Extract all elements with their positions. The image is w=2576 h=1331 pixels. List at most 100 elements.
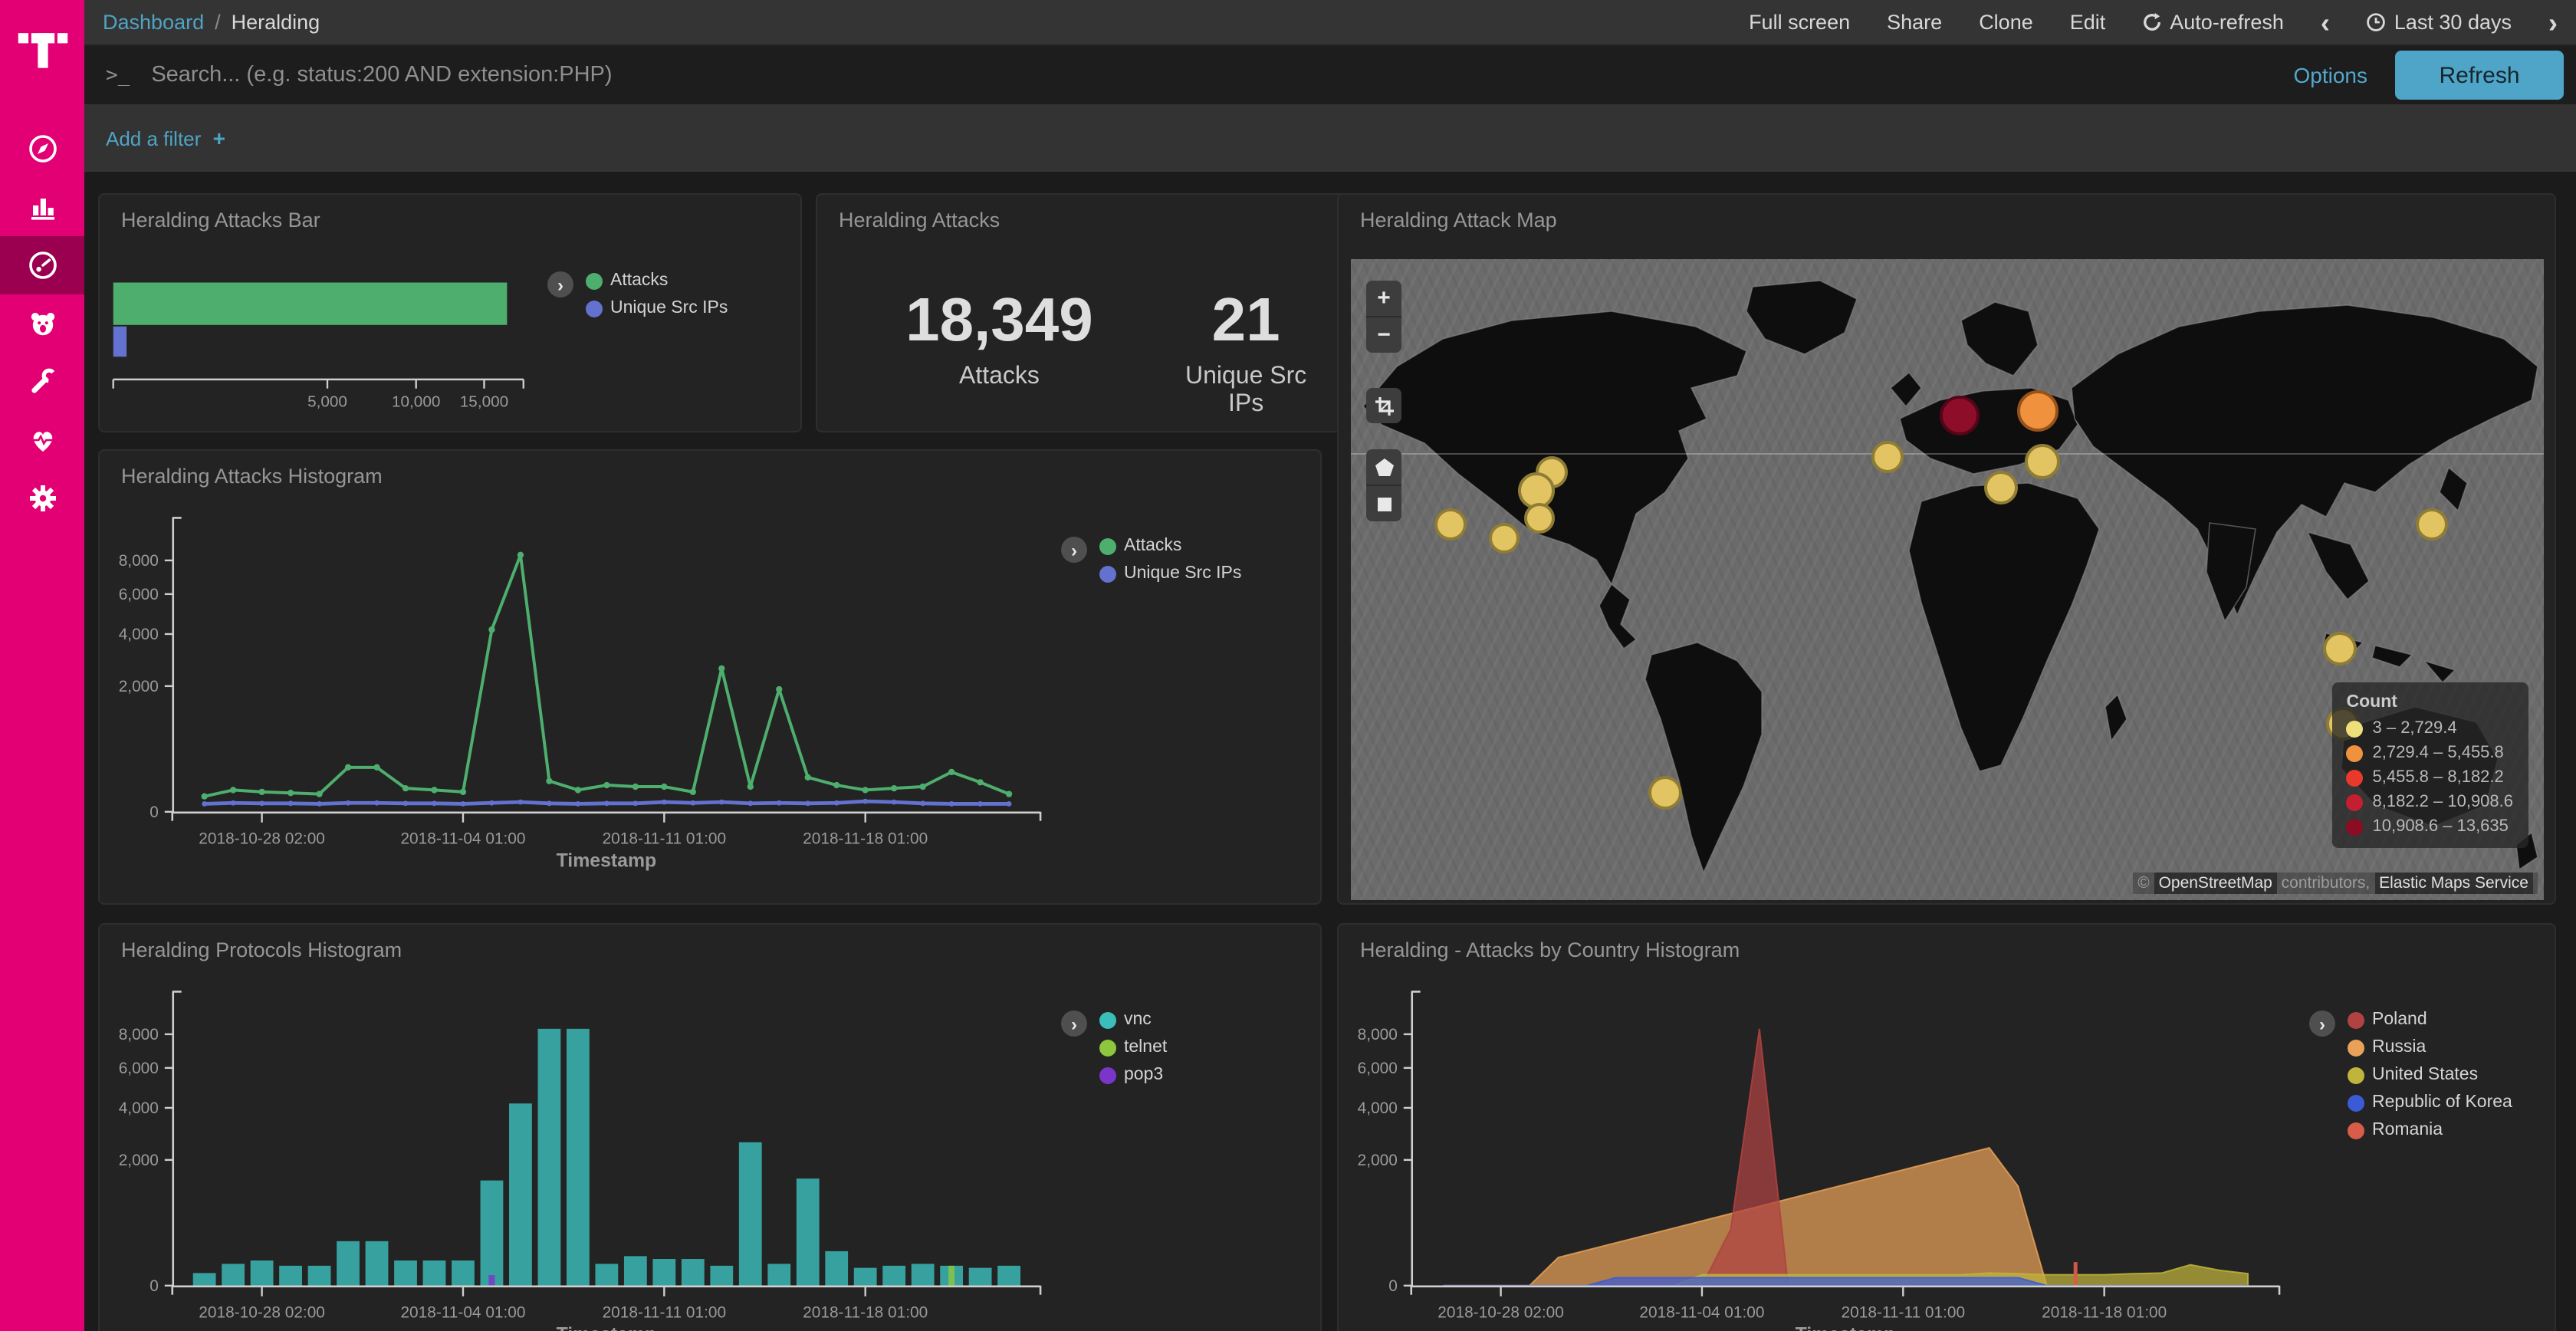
world-map[interactable]: + − [1351,259,2544,900]
svg-text:2,000: 2,000 [119,1152,159,1169]
share-button[interactable]: Share [1887,11,1942,34]
legend-color-dot [2347,720,2364,737]
time-range-button[interactable]: Last 30 days [2367,11,2512,34]
panel-title: Heralding Attacks [839,209,1000,232]
svg-text:2018-11-11 01:00: 2018-11-11 01:00 [1842,1304,1965,1322]
auto-refresh-button[interactable]: Auto-refresh [2142,11,2284,34]
time-range-label: Last 30 days [2394,11,2512,34]
svg-text:2018-11-11 01:00: 2018-11-11 01:00 [603,830,726,848]
sidebar-nav [0,120,84,527]
legend-expand-icon[interactable]: › [547,271,573,297]
svg-text:4,000: 4,000 [119,1099,159,1117]
legend-item-unique-src-ips[interactable]: Unique Src IPs [1099,564,1241,583]
refresh-arrow-icon [2142,12,2162,32]
kibana-dashboard-page: Dashboard / Heralding Full screen Share … [0,0,2576,1331]
svg-text:2018-11-18 01:00: 2018-11-18 01:00 [803,1304,928,1322]
legend-label: Attacks [610,271,668,290]
search-input[interactable] [148,61,2266,89]
sidebar-item-visualize[interactable] [0,178,84,236]
sidebar-item-monitoring[interactable] [0,411,84,469]
legend-item-vnc[interactable]: vnc [1099,1011,1167,1029]
svg-text:6,000: 6,000 [1358,1060,1398,1077]
metric-unique-src-ips: 21 Unique Src IPs [1167,290,1326,419]
panel-title: Heralding Attacks Histogram [121,465,383,488]
refresh-button[interactable]: Refresh [2395,51,2564,100]
map-attribution: © OpenStreetMap contributors, Elastic Ma… [2133,873,2538,894]
svg-text:0: 0 [150,1277,159,1295]
legend-color-dot [1099,1039,1116,1056]
add-filter-link[interactable]: Add a filter + [106,126,225,150]
legend-item-russia[interactable]: Russia [2348,1038,2512,1057]
map-legend-range-label: 8,182.2 – 10,908.6 [2373,793,2514,811]
map-legend-range: 5,455.8 – 8,182.2 [2347,768,2514,787]
panel-title: Heralding - Attacks by Country Histogram [1360,938,1740,961]
elastic-maps-service-link[interactable]: Elastic Maps Service [2374,873,2533,894]
metric-value: 21 [1167,290,1326,351]
attribution-prefix: © [2137,874,2154,892]
zoom-out-button[interactable]: − [1366,316,1401,353]
legend-item-telnet[interactable]: telnet [1099,1038,1167,1057]
attack-map-point [1488,523,1519,554]
sidebar [0,0,84,1331]
options-link[interactable]: Options [2294,63,2368,87]
panel-title: Heralding Attack Map [1360,209,1557,232]
legend-item-republic-of-korea[interactable]: Republic of Korea [2348,1093,2512,1112]
attack-map-point [1648,776,1681,810]
t-mobile-logo[interactable] [0,0,84,98]
svg-text:4,000: 4,000 [119,626,159,643]
legend-label: vnc [1124,1011,1152,1029]
breadcrumb-dashboard-link[interactable]: Dashboard [103,11,204,34]
attack-map-point [1940,396,1980,435]
attack-map-point [2017,389,2058,431]
legend-item-poland[interactable]: Poland [2348,1011,2512,1029]
legend-color-dot [2347,794,2364,810]
legend-item-romania[interactable]: Romania [2348,1121,2512,1139]
legend-expand-icon[interactable]: › [2309,1011,2335,1037]
legend-expand-icon[interactable]: › [1061,537,1087,563]
legend-item-united-states[interactable]: United States [2348,1066,2512,1084]
metric-attacks: 18,349 Attacks [905,290,1093,391]
breadcrumb-separator: / [215,11,221,34]
legend-label: United States [2372,1066,2478,1084]
openstreetmap-link[interactable]: OpenStreetMap [2154,873,2277,894]
polygon-tool-button[interactable] [1366,449,1401,485]
map-legend-range: 2,729.4 – 5,455.8 [2347,744,2514,762]
sidebar-item-dev-tools[interactable] [0,353,84,411]
legend-item-attacks[interactable]: Attacks [586,271,728,290]
svg-text:15,000: 15,000 [460,393,508,410]
sidebar-item-dashboard[interactable] [0,236,84,294]
legend-label: pop3 [1124,1066,1163,1084]
time-range-back-button[interactable]: ‹ [2321,8,2330,36]
filter-bar: Add a filter + [84,104,2576,172]
edit-button[interactable]: Edit [2070,11,2106,34]
legend-item-pop3[interactable]: pop3 [1099,1066,1167,1084]
time-range-forward-button[interactable]: › [2548,8,2558,36]
clone-button[interactable]: Clone [1979,11,2033,34]
rectangle-tool-button[interactable] [1366,485,1401,521]
sidebar-item-discover[interactable] [0,120,84,178]
legend-item-attacks[interactable]: Attacks [1099,537,1241,555]
svg-text:10,000: 10,000 [392,393,440,410]
map-legend-title: Count [2347,693,2514,712]
svg-text:2,000: 2,000 [119,678,159,695]
zoom-in-button[interactable]: + [1366,281,1401,316]
bar-chart-icon [25,190,59,224]
crop-tool-button[interactable] [1366,388,1401,423]
full-screen-button[interactable]: Full screen [1749,11,1850,34]
sidebar-item-tpot-bear[interactable] [0,294,84,353]
legend-expand-icon[interactable]: › [1061,1011,1087,1037]
svg-text:6,000: 6,000 [119,1060,159,1077]
legend-color-dot [1099,537,1116,554]
legend-color-dot [1099,1011,1116,1028]
attack-map-point [2416,509,2448,541]
legend-item-unique-src-ips[interactable]: Unique Src IPs [586,299,728,317]
svg-text:8,000: 8,000 [119,552,159,570]
sidebar-item-management[interactable] [0,469,84,527]
map-legend-range-label: 10,908.6 – 13,635 [2373,817,2509,836]
auto-refresh-label: Auto-refresh [2170,11,2284,34]
legend-label: Unique Src IPs [1124,564,1241,583]
svg-text:2018-11-18 01:00: 2018-11-18 01:00 [2042,1304,2167,1322]
map-legend-range: 8,182.2 – 10,908.6 [2347,793,2514,811]
legend-label: Russia [2372,1038,2426,1057]
panel-heralding-attacks-by-country: Heralding - Attacks by Country Histogram… [1337,923,2556,1331]
